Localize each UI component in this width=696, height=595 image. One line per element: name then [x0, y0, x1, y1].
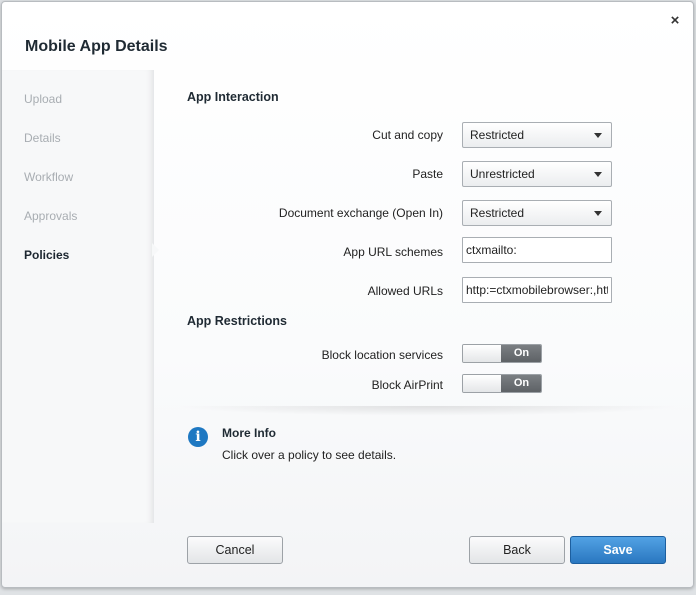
- document-exchange-value: Restricted: [470, 206, 525, 220]
- sidebar-item-approvals[interactable]: Approvals: [24, 209, 77, 223]
- toggle-off-area: [463, 345, 501, 362]
- sidebar-item-policies[interactable]: Policies: [24, 248, 69, 262]
- app-interaction-heading: App Interaction: [187, 90, 279, 104]
- cancel-button[interactable]: Cancel: [187, 536, 283, 564]
- section-divider: [172, 406, 682, 416]
- wizard-sidebar: Upload Details Workflow Approvals Polici…: [2, 70, 154, 523]
- active-step-pointer: [152, 243, 159, 257]
- close-icon[interactable]: ×: [666, 12, 684, 30]
- paste-label: Paste: [412, 167, 443, 181]
- toggle-on-label: On: [501, 375, 541, 392]
- paste-select[interactable]: Unrestricted: [462, 161, 612, 187]
- info-icon: i: [188, 427, 208, 447]
- cut-copy-label: Cut and copy: [372, 128, 443, 142]
- cut-copy-value: Restricted: [470, 128, 525, 142]
- more-info-text: Click over a policy to see details.: [222, 448, 397, 462]
- chevron-down-icon: [594, 211, 602, 216]
- toggle-off-area: [463, 375, 501, 392]
- block-airprint-toggle[interactable]: On: [462, 374, 542, 393]
- more-info-title: More Info: [222, 426, 276, 440]
- block-location-toggle[interactable]: On: [462, 344, 542, 363]
- app-restrictions-heading: App Restrictions: [187, 314, 288, 328]
- sidebar-item-details[interactable]: Details: [24, 131, 61, 145]
- block-airprint-label: Block AirPrint: [371, 378, 443, 392]
- chevron-down-icon: [594, 133, 602, 138]
- block-location-label: Block location services: [321, 348, 443, 362]
- document-exchange-select[interactable]: Restricted: [462, 200, 612, 226]
- toggle-on-label: On: [501, 345, 541, 362]
- app-url-schemes-input[interactable]: [462, 237, 612, 263]
- cut-copy-select[interactable]: Restricted: [462, 122, 612, 148]
- app-url-schemes-label: App URL schemes: [343, 245, 443, 259]
- document-exchange-label: Document exchange (Open In): [278, 206, 443, 220]
- save-button[interactable]: Save: [570, 536, 666, 564]
- allowed-urls-input[interactable]: [462, 277, 612, 303]
- mobile-app-details-dialog: × Mobile App Details Upload Details Work…: [1, 1, 694, 588]
- chevron-down-icon: [594, 172, 602, 177]
- allowed-urls-label: Allowed URLs: [367, 284, 443, 298]
- back-button[interactable]: Back: [469, 536, 565, 564]
- sidebar-item-upload[interactable]: Upload: [24, 92, 62, 106]
- sidebar-item-workflow[interactable]: Workflow: [24, 170, 73, 184]
- dialog-title: Mobile App Details: [25, 38, 168, 55]
- paste-value: Unrestricted: [470, 167, 535, 181]
